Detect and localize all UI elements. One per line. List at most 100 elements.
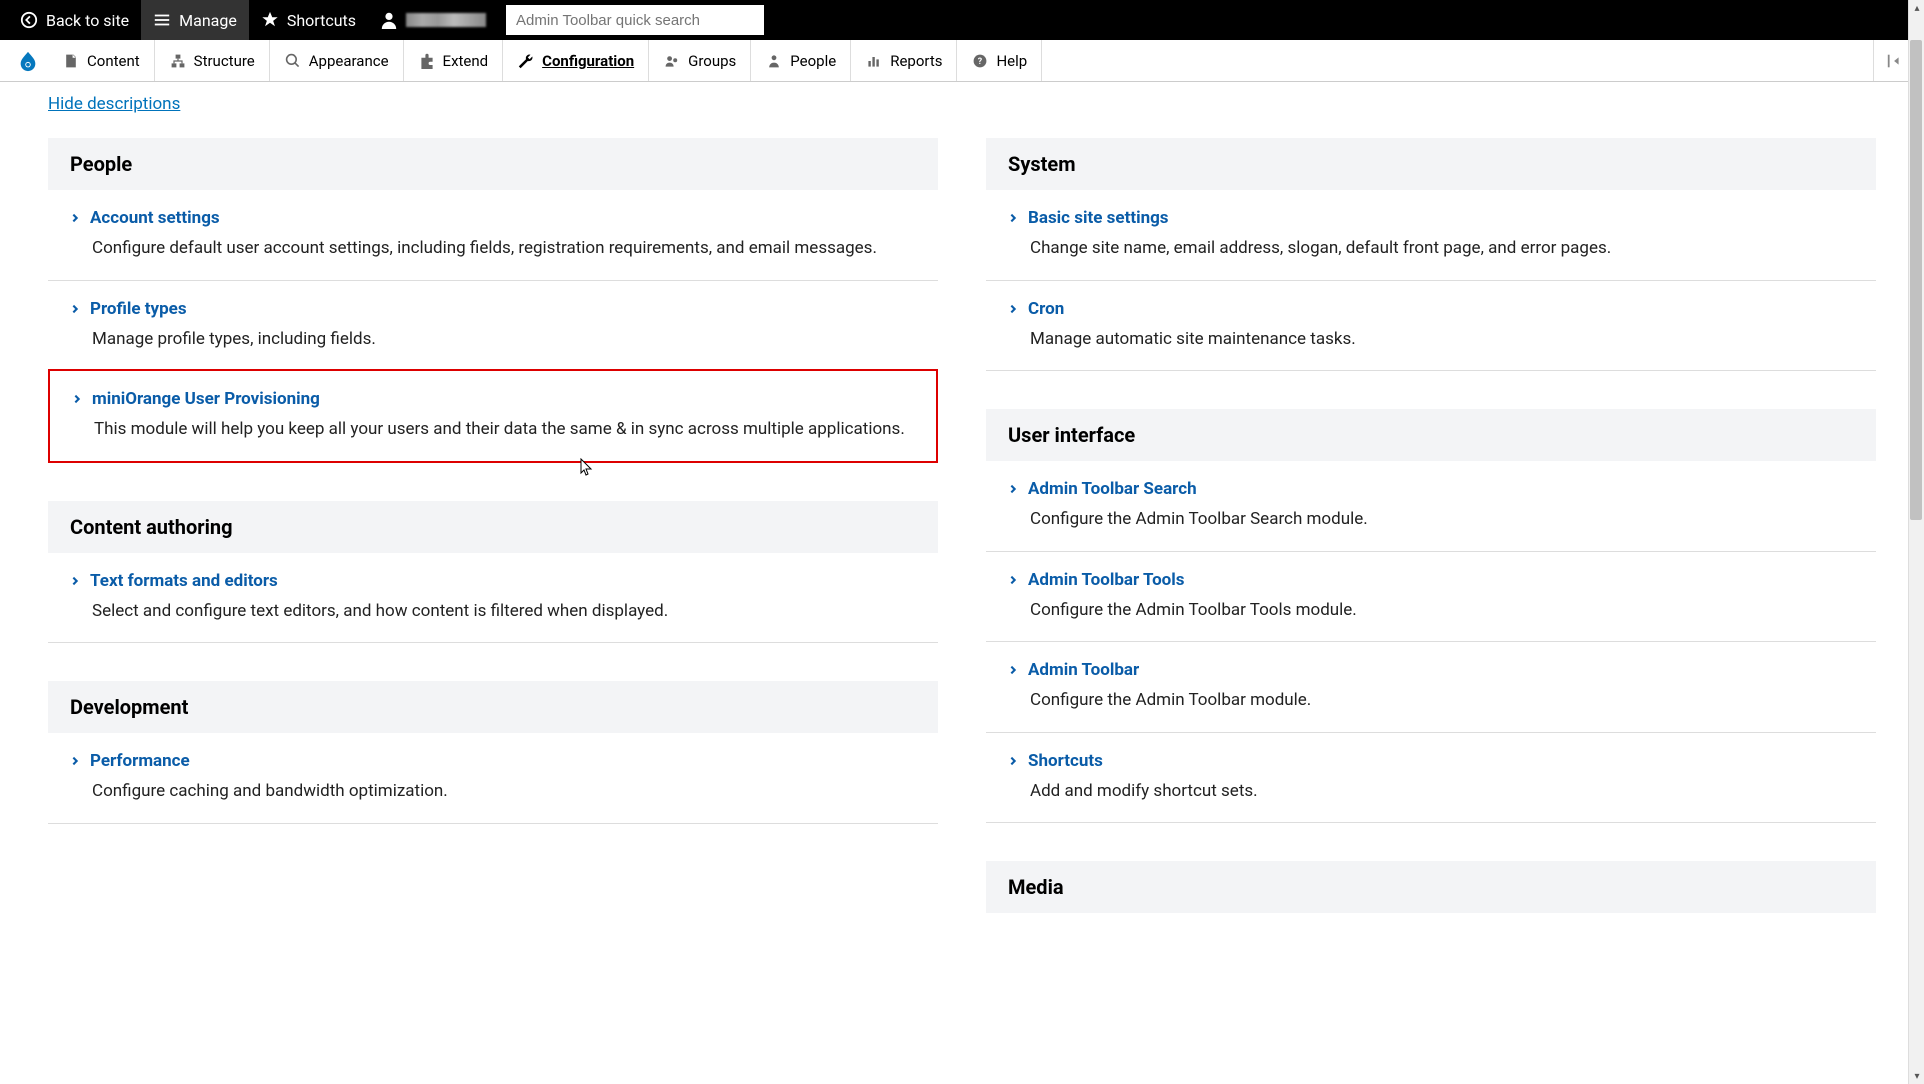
config-item: Admin Toolbar Tools Configure the Admin T… (986, 552, 1876, 643)
chart-icon (865, 52, 883, 70)
config-item-link[interactable]: Cron (1008, 299, 1854, 319)
arrow-left-circle-icon (20, 11, 38, 29)
config-item: Basic site settings Change site name, ema… (986, 190, 1876, 281)
admin-search-input[interactable] (506, 5, 764, 35)
config-item-link[interactable]: Performance (70, 751, 916, 771)
config-item-description: Manage automatic site maintenance tasks. (1030, 327, 1854, 353)
config-item-link[interactable]: Text formats and editors (70, 571, 916, 591)
config-item: miniOrange User Provisioning This module … (48, 369, 938, 463)
scroll-down-button[interactable]: ▾ (1909, 1068, 1924, 1084)
chevron-right-icon (70, 208, 80, 228)
groups-icon (663, 52, 681, 70)
config-item-title: Shortcuts (1028, 751, 1103, 771)
config-item-title: Cron (1028, 299, 1064, 319)
config-item-description: Change site name, email address, slogan,… (1030, 236, 1854, 262)
menu-appearance[interactable]: Appearance (270, 40, 404, 81)
menu-label: Help (996, 52, 1027, 70)
scrollbar[interactable]: ▴ ▾ (1908, 0, 1924, 1084)
config-section: Content authoring Text formats and editor… (48, 501, 938, 644)
menu-reports[interactable]: Reports (851, 40, 957, 81)
hide-descriptions-link[interactable]: Hide descriptions (48, 94, 180, 114)
menu-label: Groups (688, 52, 736, 70)
config-item-link[interactable]: Shortcuts (1008, 751, 1854, 771)
config-item-description: This module will help you keep all your … (94, 417, 914, 443)
menu-label: Appearance (309, 52, 389, 70)
config-section: User interfaceAdmin Toolbar SearchConfig… (986, 409, 1876, 823)
left-column: PeopleAccount settingsConfigure default … (48, 138, 938, 951)
chevron-right-icon (1008, 751, 1018, 771)
menu-content[interactable]: Content (48, 40, 155, 81)
hamburger-icon (153, 11, 171, 29)
admin-menu: Content Structure Appearance Extend Conf… (0, 40, 1924, 82)
star-icon (261, 11, 279, 29)
right-column: System Basic site settings Change site nam… (986, 138, 1876, 951)
wrench-icon (517, 52, 535, 70)
chevron-right-icon (70, 571, 80, 591)
user-icon (380, 11, 398, 29)
menu-help[interactable]: ? Help (957, 40, 1042, 81)
manage-label: Manage (179, 11, 237, 30)
config-item-link[interactable]: Admin Toolbar (1008, 660, 1854, 680)
config-item-link[interactable]: Profile types (70, 299, 916, 319)
config-item: Performance Configure caching and bandwid… (48, 733, 938, 824)
config-item-title: Performance (90, 751, 190, 771)
config-item-description: Configure caching and bandwidth optimiza… (92, 779, 916, 805)
top-toolbar: Back to site Manage Shortcuts (0, 0, 1924, 40)
scroll-up-button[interactable]: ▴ (1909, 0, 1924, 16)
scrollbar-thumb[interactable] (1910, 40, 1922, 520)
manage-button[interactable]: Manage (141, 0, 249, 40)
search-container (506, 5, 764, 35)
menu-label: People (790, 52, 836, 70)
config-item-title: Admin Toolbar Search (1028, 479, 1197, 499)
config-item-link[interactable]: Admin Toolbar Tools (1008, 570, 1854, 590)
back-to-site-label: Back to site (46, 11, 129, 30)
chevron-right-icon (70, 751, 80, 771)
paint-icon (284, 52, 302, 70)
config-section: Media (986, 861, 1876, 913)
svg-text:?: ? (978, 57, 983, 67)
username-label (406, 13, 486, 27)
back-to-site-button[interactable]: Back to site (8, 0, 141, 40)
chevron-right-icon (1008, 660, 1018, 680)
section-header: Media (986, 861, 1876, 913)
chevron-right-icon (1008, 208, 1018, 228)
config-item-description: Manage profile types, including fields. (92, 327, 916, 353)
people-icon (765, 52, 783, 70)
config-item-link[interactable]: Admin Toolbar Search (1008, 479, 1854, 499)
config-section: System Basic site settings Change site nam… (986, 138, 1876, 371)
menu-configuration[interactable]: Configuration (503, 40, 649, 81)
menu-label: Extend (443, 52, 489, 70)
config-item-link[interactable]: miniOrange User Provisioning (72, 389, 914, 409)
section-header: Content authoring (48, 501, 938, 553)
config-section: PeopleAccount settingsConfigure default … (48, 138, 938, 463)
menu-groups[interactable]: Groups (649, 40, 751, 81)
drupal-logo[interactable] (8, 40, 48, 81)
config-item: Cron Manage automatic site maintenance ta… (986, 281, 1876, 372)
page-content: Hide descriptions PeopleAccount settings… (0, 82, 1924, 971)
menu-label: Reports (890, 52, 942, 70)
config-item-description: Select and configure text editors, and h… (92, 599, 916, 625)
config-item: Admin Toolbar SearchConfigure the Admin … (986, 461, 1876, 552)
config-section: DevelopmentPerformanceConfigure caching … (48, 681, 938, 824)
config-item-description: Configure default user account settings,… (92, 236, 916, 262)
shortcuts-button[interactable]: Shortcuts (249, 0, 368, 40)
config-item-description: Configure the Admin Toolbar module. (1030, 688, 1854, 714)
config-item-title: Account settings (90, 208, 220, 228)
config-item-title: Admin Toolbar Tools (1028, 570, 1185, 590)
shortcuts-label: Shortcuts (287, 11, 356, 30)
user-account-button[interactable] (368, 0, 498, 40)
config-item-title: Admin Toolbar (1028, 660, 1139, 680)
config-item-link[interactable]: Account settings (70, 208, 916, 228)
menu-people[interactable]: People (751, 40, 851, 81)
section-header: System (986, 138, 1876, 190)
document-icon (62, 52, 80, 70)
config-item: Account settings Configure default user a… (48, 190, 938, 281)
chevron-right-icon (1008, 479, 1018, 499)
config-item-title: miniOrange User Provisioning (92, 389, 320, 409)
menu-structure[interactable]: Structure (155, 40, 270, 81)
config-item-link[interactable]: Basic site settings (1008, 208, 1854, 228)
chevron-right-icon (72, 389, 82, 409)
config-item-description: Configure the Admin Toolbar Tools module… (1030, 598, 1854, 624)
menu-extend[interactable]: Extend (404, 40, 504, 81)
chevron-right-icon (70, 299, 80, 319)
